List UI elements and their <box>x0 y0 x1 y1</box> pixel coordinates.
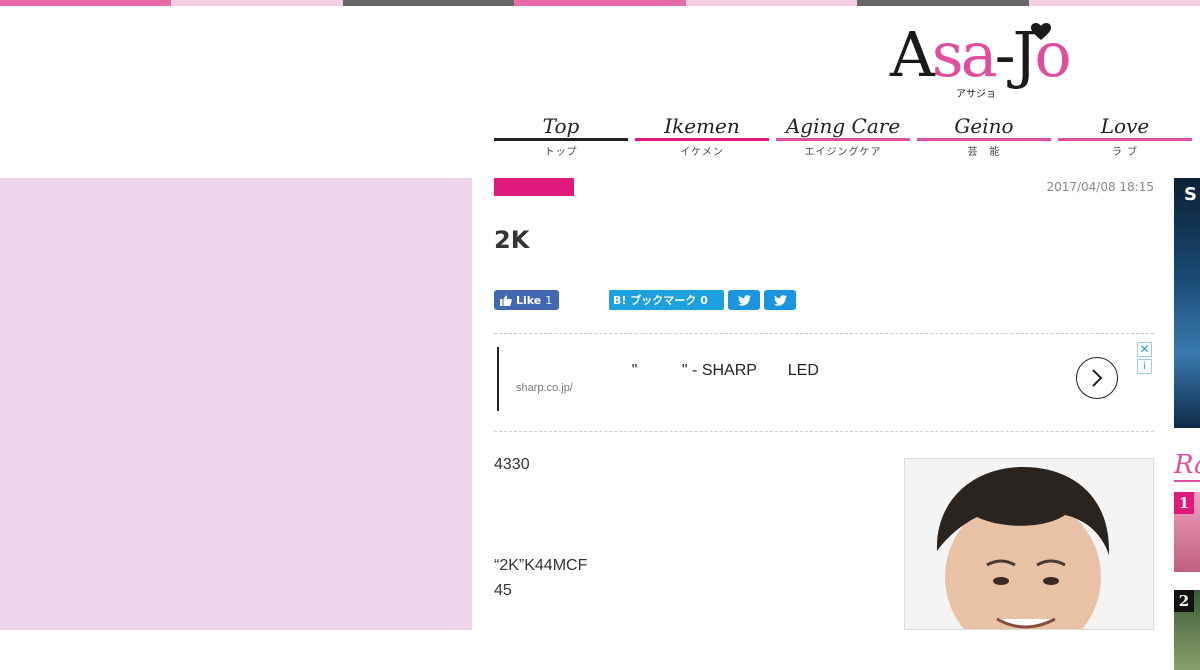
nav-sublabel: 芸 能 <box>967 147 1001 158</box>
logo-letter: -J <box>994 18 1038 91</box>
facebook-like-count: 1 <box>545 293 553 307</box>
ranking-heading: Ra <box>1174 450 1200 480</box>
hatena-bookmark-count: 0 <box>700 293 708 307</box>
rank-number: 2 <box>1174 590 1194 612</box>
twitter-share-button[interactable] <box>764 290 796 310</box>
article-date: 2017/04/08 18:15 <box>1046 180 1154 194</box>
top-color-stripe <box>0 0 1200 6</box>
category-tag[interactable] <box>494 178 574 196</box>
nav-label: Love <box>1100 114 1150 138</box>
article-paragraph: “2K”K44MCF <box>494 557 588 574</box>
nav-underline <box>635 138 769 141</box>
nav-sublabel: ラ ブ <box>1111 147 1139 158</box>
stripe-segment <box>857 0 1029 6</box>
article-paragraph: 4330 <box>494 456 530 473</box>
article-photo <box>904 458 1154 630</box>
nav-sublabel: エイジングケア <box>804 147 882 158</box>
hatena-bookmark-label: B! ブックマーク <box>613 294 697 307</box>
nav-label: Geino <box>954 114 1014 138</box>
chevron-right-icon[interactable] <box>1076 357 1118 399</box>
nav-label: Top <box>542 114 580 138</box>
ad-url[interactable]: sharp.co.jp/ <box>516 382 573 394</box>
portrait-image <box>905 459 1153 629</box>
nav-sublabel: トップ <box>544 147 578 158</box>
nav-item-ikemen[interactable]: Ikemen イケメン <box>635 112 769 158</box>
twitter-icon <box>737 294 751 306</box>
stripe-segment <box>514 0 686 6</box>
twitter-share-button[interactable] <box>728 290 760 310</box>
nav-label: Aging Care <box>785 114 901 138</box>
ranking-item[interactable]: 2 <box>1174 590 1200 670</box>
nav-underline <box>494 138 628 141</box>
logo-letter: sa <box>931 18 998 91</box>
stripe-segment <box>171 0 343 6</box>
logo-kana: アサジョ <box>956 89 996 100</box>
stripe-segment <box>342 0 515 6</box>
right-sidebar: S Ra 1 2 <box>1174 178 1200 670</box>
nav-underline <box>1058 138 1192 141</box>
ad-close-icon[interactable]: ✕ <box>1137 342 1152 357</box>
sidebar-ad[interactable]: S <box>1174 178 1200 428</box>
ad-banner[interactable]: " " - SHARP LED sharp.co.jp/ ✕ i <box>494 342 1154 430</box>
stripe-segment <box>685 0 858 6</box>
divider <box>494 431 1154 432</box>
nav-underline <box>917 138 1051 141</box>
thumbs-up-icon <box>500 295 512 306</box>
ad-headline[interactable]: " " - SHARP LED <box>574 362 819 380</box>
site-logo[interactable]: Asa-Jo アサジョ <box>886 18 1086 101</box>
left-sidebar-area <box>0 178 472 630</box>
divider <box>494 333 1154 334</box>
ad-info-icon[interactable]: i <box>1137 359 1152 374</box>
nav-item-aging-care[interactable]: Aging Care エイジングケア <box>776 112 910 158</box>
article-title: 2K <box>494 226 530 254</box>
facebook-like-label: Like <box>516 293 542 307</box>
heart-icon <box>1031 23 1051 40</box>
nav-item-love[interactable]: Love ラ ブ <box>1058 112 1192 158</box>
rank-number: 1 <box>1174 492 1194 514</box>
hatena-bookmark-button[interactable]: B! ブックマーク 0 <box>609 290 724 310</box>
stripe-segment <box>1028 0 1200 6</box>
social-buttons: Like 1 B! ブックマーク 0 <box>494 290 814 310</box>
article-paragraph: 45 <box>494 582 512 599</box>
facebook-like-button[interactable]: Like 1 <box>494 290 559 310</box>
nav-sublabel: イケメン <box>680 147 724 158</box>
nav-underline <box>776 138 910 141</box>
twitter-icon <box>773 294 787 306</box>
main-navigation: Top トップ Ikemen イケメン Aging Care エイジングケア G… <box>494 112 1200 162</box>
nav-label: Ikemen <box>664 114 740 138</box>
logo-letter: A <box>890 18 935 91</box>
ad-accent-bar <box>497 347 499 411</box>
sidebar-ad-text: S <box>1184 184 1197 205</box>
ranking-item[interactable]: 1 <box>1174 492 1200 572</box>
ranking-underline <box>1174 480 1200 482</box>
nav-item-geino[interactable]: Geino 芸 能 <box>917 112 1051 158</box>
stripe-segment <box>0 0 172 6</box>
nav-item-top[interactable]: Top トップ <box>494 112 628 158</box>
